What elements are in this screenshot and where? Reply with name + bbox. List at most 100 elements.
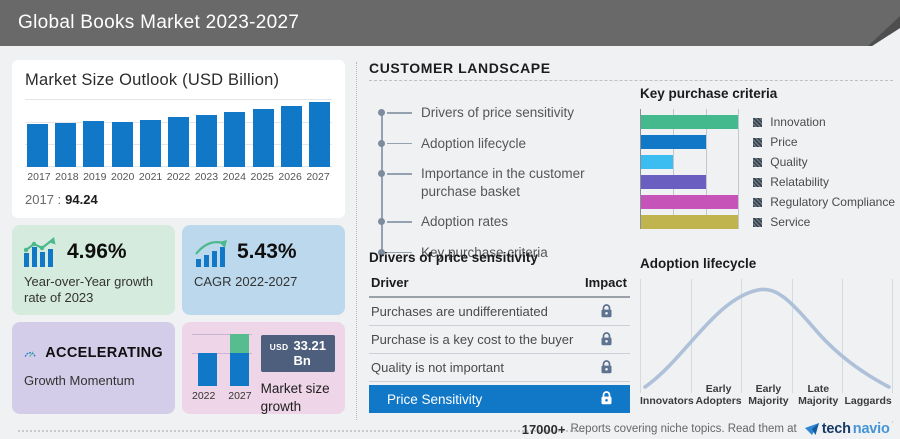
momentum-desc: Growth Momentum xyxy=(24,373,163,389)
x-label-2026: 2026 xyxy=(276,171,304,183)
base-year-value: 94.24 xyxy=(65,192,98,207)
report-count: 17000+ xyxy=(522,422,566,437)
kpc-bar-quality xyxy=(641,155,673,170)
legend-label: Relatability xyxy=(770,175,829,189)
ribbon-fold-decoration xyxy=(840,0,900,46)
customer-landscape-list: Drivers of price sensitivity Adoption lif… xyxy=(381,104,630,261)
legend-marker xyxy=(753,198,762,207)
stage-label-text: EarlyMajority xyxy=(748,383,788,407)
key-purchase-title: Key purchase criteria xyxy=(640,86,895,101)
price-sensitivity-label: Price Sensitivity xyxy=(387,392,482,407)
bar-2022 xyxy=(198,353,217,386)
x-label-2022: 2022 xyxy=(165,171,193,183)
yoy-desc: Year-over-Year growth rate of 2023 xyxy=(24,274,163,307)
legend-marker xyxy=(753,158,762,167)
legend-label: Quality xyxy=(770,155,807,169)
footer-text: Reports covering niche topics. Read them… xyxy=(570,423,796,435)
lock-icon xyxy=(600,390,613,408)
market-bar-2019 xyxy=(83,121,104,167)
bell-curve xyxy=(640,279,893,391)
driver-row-1: Purchases are undifferentiated xyxy=(369,298,630,326)
adoption-lifecycle-section: Adoption lifecycle InnovatorsEarlyAdopte… xyxy=(640,256,893,407)
landscape-item-1: Drivers of price sensitivity xyxy=(381,104,630,122)
x-label-2021: 2021 xyxy=(137,171,165,183)
growth-mini-chart: 2022 2027 xyxy=(192,331,252,405)
driver-label: Purchases are undifferentiated xyxy=(371,304,548,319)
landscape-item-2: Adoption lifecycle xyxy=(381,135,630,153)
stage-label-4: LateMajority xyxy=(793,383,843,407)
badge-currency: USD xyxy=(270,342,289,352)
market-bar-2022 xyxy=(168,117,189,167)
market-bars xyxy=(25,99,332,167)
growth-desc: Market size growth xyxy=(261,380,335,415)
x-label-2017: 2017 xyxy=(25,171,53,183)
speedometer-icon xyxy=(24,340,36,366)
lock-icon xyxy=(600,331,613,349)
legend-item-3: Quality xyxy=(753,152,895,172)
driver-row-2: Purchase is a key cost to the buyer xyxy=(369,326,630,354)
kpc-bars xyxy=(641,115,738,230)
lock-cell xyxy=(582,331,630,349)
lock-icon xyxy=(600,303,613,321)
kpc-bar-price xyxy=(641,135,706,150)
market-size-card: Market Size Outlook (USD Billion) 201720… xyxy=(12,60,345,218)
lock-icon xyxy=(600,359,613,377)
momentum-value: ACCELERATING xyxy=(45,345,163,361)
drivers-title: Drivers of price sensitivity xyxy=(369,250,630,265)
stat-boxes: 4.96% Year-over-Year growth rate of 2023… xyxy=(12,225,345,414)
legend-label: Innovation xyxy=(770,115,825,129)
logo-text-primary: tech xyxy=(822,421,851,437)
yoy-value: 4.96% xyxy=(67,240,127,264)
market-size-title: Market Size Outlook (USD Billion) xyxy=(25,71,332,90)
base-year-row: 2017 :94.24 xyxy=(25,192,332,207)
stage-label-2: EarlyAdopters xyxy=(694,383,744,407)
adoption-lifecycle-title: Adoption lifecycle xyxy=(640,256,893,271)
logo-trademark: ´ xyxy=(892,422,894,429)
price-sensitivity-section: Drivers of price sensitivity Driver Impa… xyxy=(369,250,630,413)
stage-label-text: LateMajority xyxy=(798,383,838,407)
vertical-dotted-divider xyxy=(356,62,357,420)
stage-label-5: Laggards xyxy=(843,383,893,407)
legend-item-1: Innovation xyxy=(753,112,895,132)
lock-cell xyxy=(582,303,630,321)
footer: 17000+ Reports covering niche topics. Re… xyxy=(522,421,894,437)
landscape-item-3: Importance in the customer purchase bask… xyxy=(381,165,630,200)
col-driver: Driver xyxy=(371,275,409,290)
market-bar-2027 xyxy=(309,102,330,167)
cagr-value: 5.43% xyxy=(237,240,297,264)
momentum-box: ACCELERATING Growth Momentum xyxy=(12,322,175,414)
mini-label-end: 2027 xyxy=(228,390,251,402)
bar-2027-base xyxy=(230,353,249,386)
kpc-bar-innovation xyxy=(641,115,738,130)
customer-landscape-title: CUSTOMER LANDSCAPE xyxy=(369,60,630,76)
legend-item-6: Service xyxy=(753,212,895,232)
market-bar-2023 xyxy=(196,115,217,167)
adoption-lifecycle-chart: InnovatorsEarlyAdoptersEarlyMajority Late… xyxy=(640,279,893,407)
driver-rows: Purchases are undifferentiated Purchase i… xyxy=(369,298,630,382)
key-purchase-chart xyxy=(640,109,738,229)
legend-item-4: Relatability xyxy=(753,172,895,192)
kpc-legend: Innovation Price Quality Relatability Regula… xyxy=(753,109,895,232)
customer-landscape-section: CUSTOMER LANDSCAPE Drivers of price sens… xyxy=(369,60,630,274)
stage-label-text: Laggards xyxy=(844,395,891,407)
badge-value: 33.21 Bn xyxy=(293,338,326,368)
x-label-2018: 2018 xyxy=(53,171,81,183)
technavio-arrow-icon xyxy=(805,423,820,436)
x-label-2027: 2027 xyxy=(304,171,332,183)
mini-label-start: 2022 xyxy=(192,390,215,402)
legend-label: Price xyxy=(770,135,797,149)
market-bar-2026 xyxy=(281,106,302,167)
x-label-2019: 2019 xyxy=(81,171,109,183)
market-growth-box: 2022 2027 USD 33.21 Bn Market size growt… xyxy=(182,322,345,414)
legend-marker xyxy=(753,178,762,187)
legend-label: Service xyxy=(770,215,810,229)
legend-item-5: Regulatory Compliance xyxy=(753,192,895,212)
logo-text-secondary: navio xyxy=(853,421,890,437)
legend-marker xyxy=(753,218,762,227)
growth-value-badge: USD 33.21 Bn xyxy=(261,335,335,372)
stage-label-text: EarlyAdopters xyxy=(696,383,742,407)
market-bar-2020 xyxy=(112,122,133,167)
stage-label-1: Innovators xyxy=(640,383,694,407)
page-title: Global Books Market 2023-2027 xyxy=(18,0,299,46)
driver-row-3: Quality is not important xyxy=(369,354,630,382)
